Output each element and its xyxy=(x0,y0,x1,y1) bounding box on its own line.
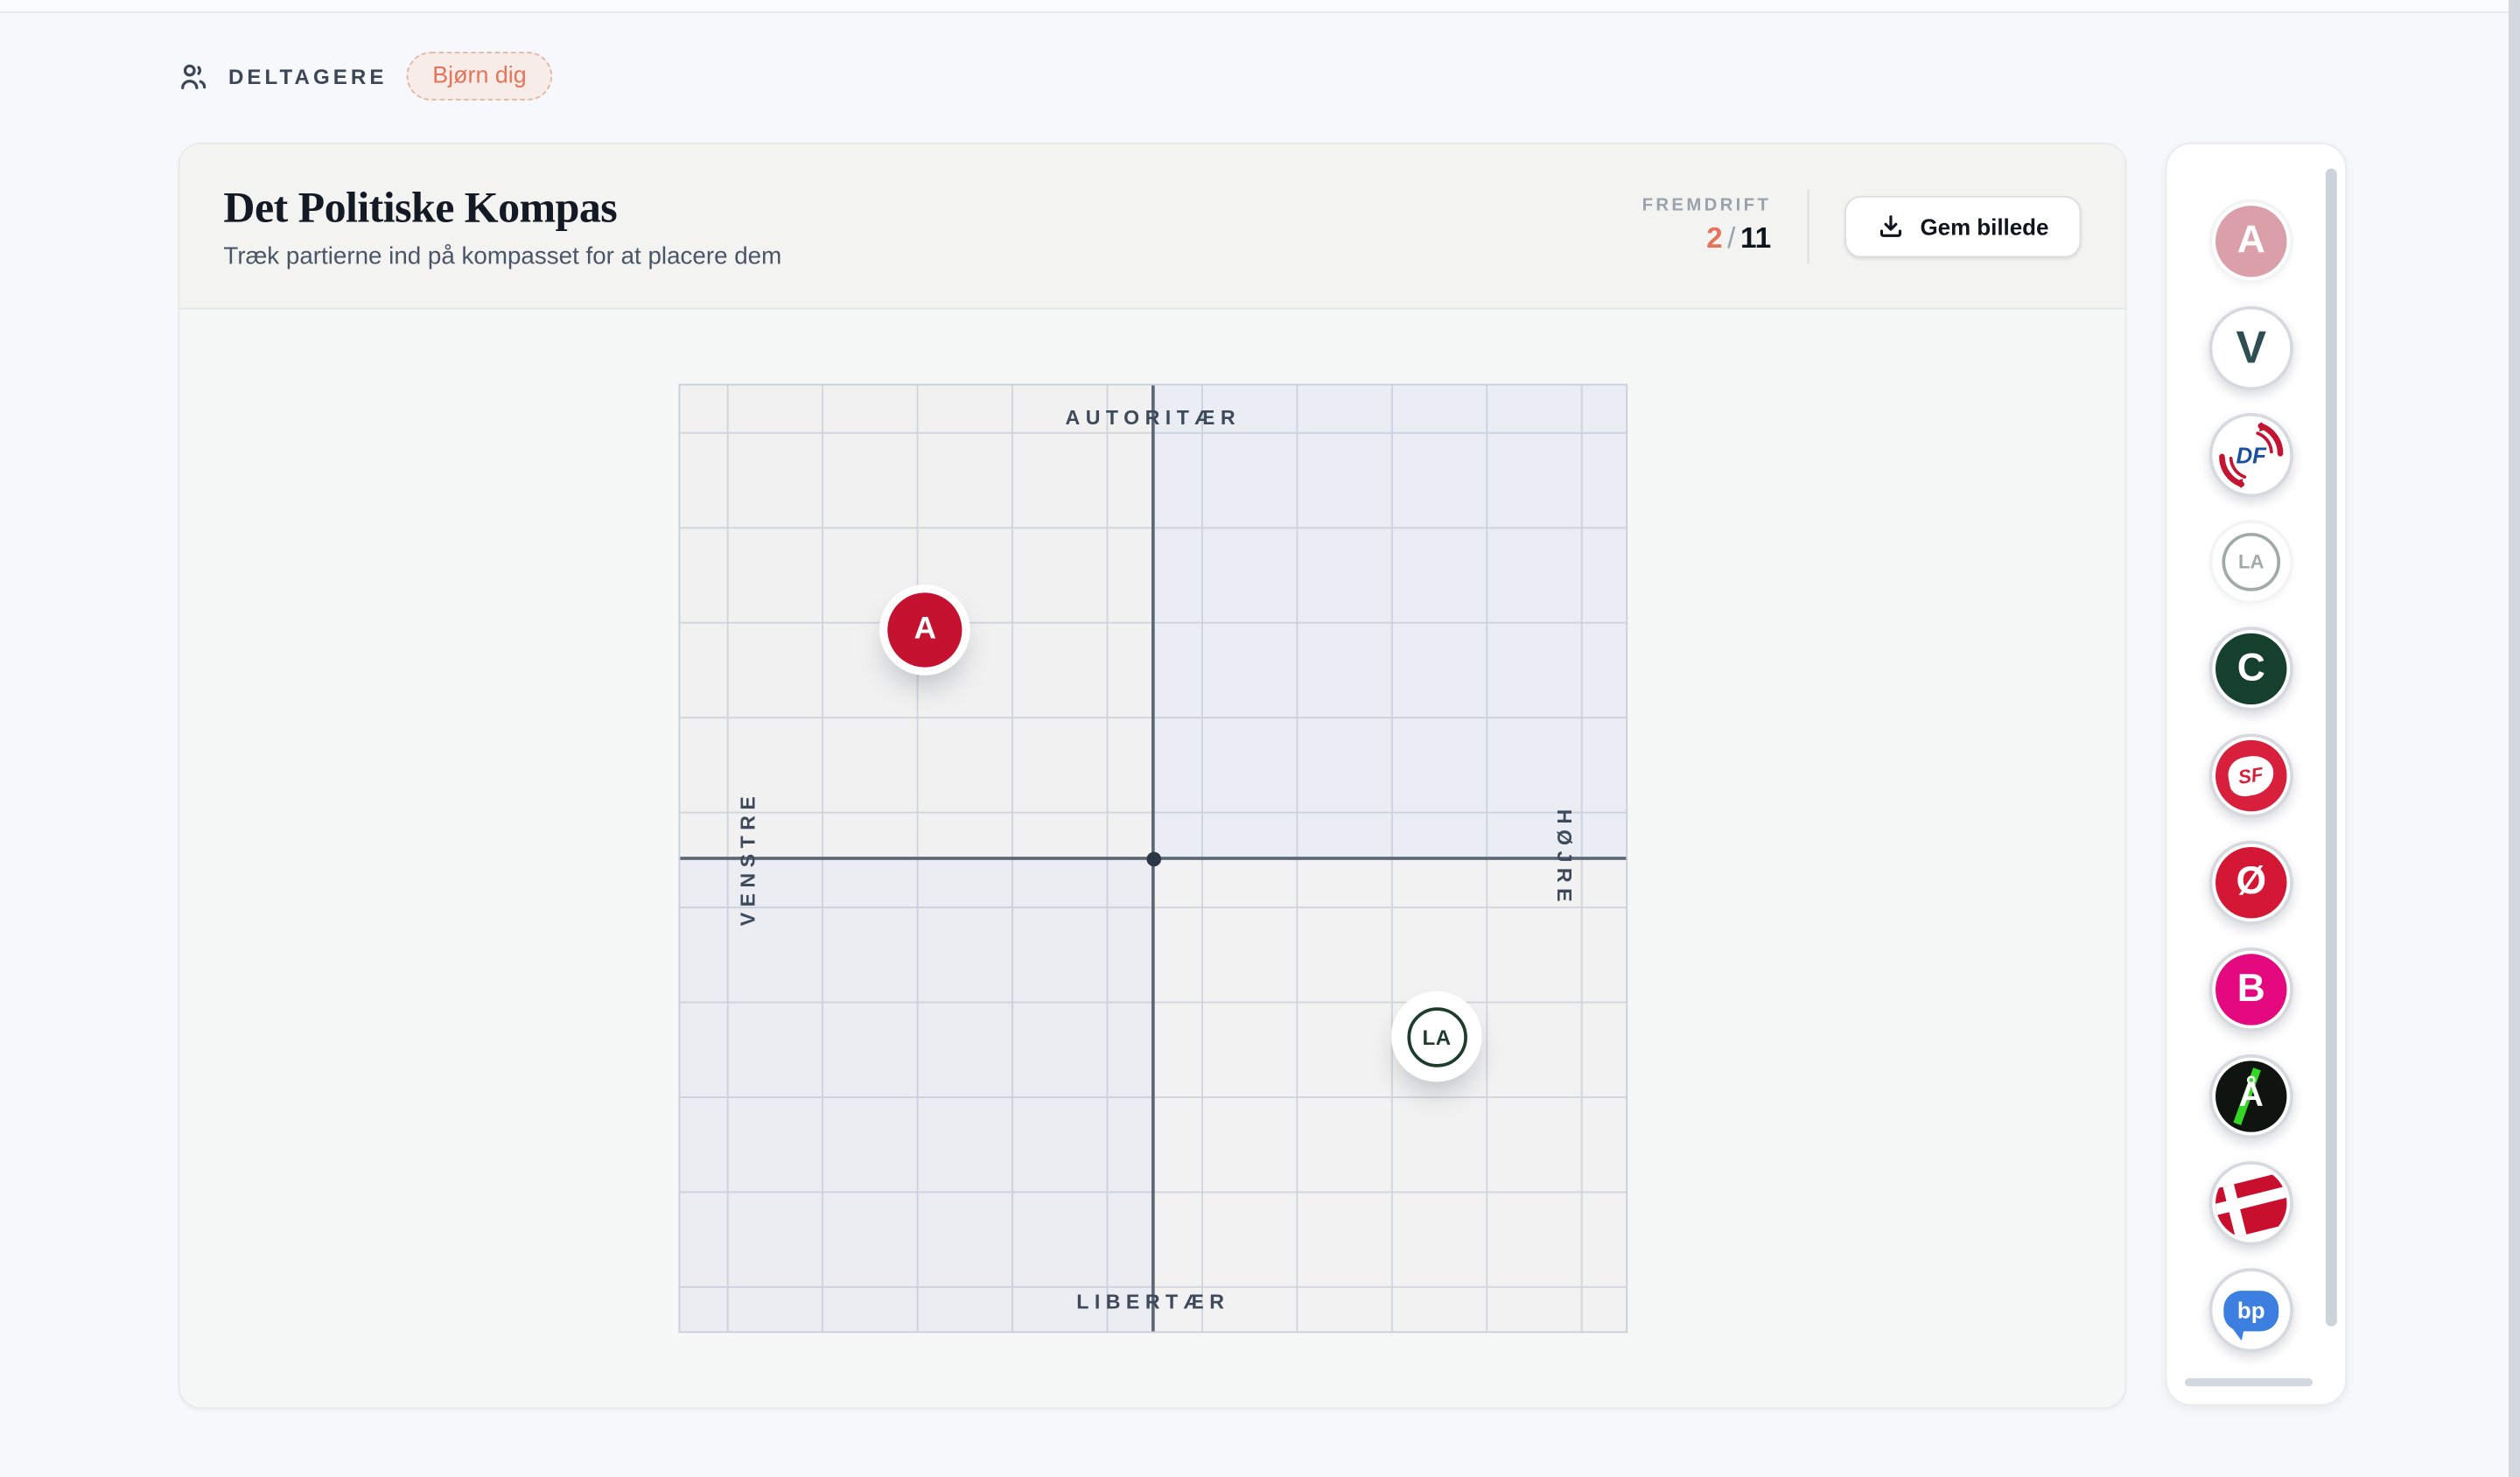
party-token-b[interactable]: B xyxy=(2209,948,2293,1032)
save-image-button[interactable]: Gem billede xyxy=(1844,195,2082,256)
compass-card: Det Politiske Kompas Træk partierne ind … xyxy=(178,143,2127,1409)
page-subtitle: Træk partierne ind på kompasset for at p… xyxy=(223,242,781,270)
progress-value: 2/11 xyxy=(1642,222,1772,256)
page: DELTAGERE Bjørn dig Det Politiske Kompas… xyxy=(0,0,2520,1477)
axis-label-left: VENSTRE xyxy=(737,791,760,927)
party-logo-df: DF xyxy=(2216,419,2286,490)
party-token-la: LA xyxy=(2209,520,2293,604)
party-token-c[interactable]: C xyxy=(2209,626,2293,710)
progress-label: FREMDRIFT xyxy=(1642,196,1772,215)
party-list: AV DF LA C SF ØBÅbp xyxy=(2167,144,2335,1404)
sidebar-vertical-scrollbar[interactable] xyxy=(2326,168,2337,1326)
participants-row: DELTAGERE Bjørn dig xyxy=(178,52,553,101)
party-logo-aa: Å xyxy=(2216,1060,2286,1131)
party-tray: AV DF LA C SF ØBÅbp xyxy=(2166,143,2347,1406)
progress-current: 2 xyxy=(1706,222,1723,255)
quadrant-bottom-left xyxy=(680,858,1152,1331)
party-token-bp[interactable]: bp xyxy=(2209,1268,2293,1352)
participants-label: DELTAGERE xyxy=(228,64,387,88)
party-token-sf[interactable]: SF xyxy=(2209,733,2293,817)
sidebar-horizontal-scrollbar[interactable] xyxy=(2185,1378,2313,1386)
top-navbar-edge xyxy=(0,0,2520,13)
progress-total: 11 xyxy=(1740,222,1771,255)
axis-label-right: HØJRE xyxy=(1553,809,1576,907)
participant-badge[interactable]: Bjørn dig xyxy=(407,52,553,101)
card-header-controls: FREMDRIFT 2/11 Gem billede xyxy=(1642,189,2082,263)
party-token-oe[interactable]: Ø xyxy=(2209,841,2293,925)
party-token-flag[interactable] xyxy=(2209,1161,2293,1245)
axis-label-libertarian: LIBERTÆR xyxy=(1076,1291,1229,1313)
svg-text:DF: DF xyxy=(2236,444,2267,468)
axis-label-authoritarian: AUTORITÆR xyxy=(1066,407,1242,430)
party-token-v[interactable]: V xyxy=(2209,306,2293,390)
download-icon xyxy=(1877,212,1904,239)
party-logo-v: V xyxy=(2216,312,2286,383)
party-logo-c: C xyxy=(2216,634,2286,704)
party-logo-bp: bp xyxy=(2216,1275,2286,1346)
card-header-text: Det Politiske Kompas Træk partierne ind … xyxy=(223,182,781,270)
progress-block: FREMDRIFT 2/11 xyxy=(1642,196,1772,256)
quadrant-bottom-right xyxy=(1153,858,1626,1331)
quadrant-top-right xyxy=(1153,386,1626,858)
save-button-label: Gem billede xyxy=(1921,213,2049,239)
party-token-aa[interactable]: Å xyxy=(2209,1054,2293,1138)
board-token-a[interactable]: A xyxy=(888,593,962,668)
party-logo-a: A xyxy=(2216,206,2286,276)
page-scrollbar[interactable] xyxy=(2509,0,2520,1477)
card-header: Det Politiske Kompas Træk partierne ind … xyxy=(179,144,2124,310)
axis-center-dot xyxy=(1146,851,1161,866)
party-token-a: A xyxy=(2209,200,2293,284)
danish-flag-icon xyxy=(2216,1167,2286,1238)
party-logo-b: B xyxy=(2216,954,2286,1025)
users-icon xyxy=(178,60,209,91)
party-logo-oe: Ø xyxy=(2216,847,2286,918)
party-logo-sf: SF xyxy=(2216,740,2286,811)
party-logo-la: LA xyxy=(2216,527,2286,598)
board-token-la[interactable]: LA xyxy=(1400,1000,1474,1074)
progress-separator: / xyxy=(1723,222,1740,255)
page-title: Det Politiske Kompas xyxy=(223,182,781,231)
party-token-df[interactable]: DF xyxy=(2209,413,2293,497)
compass-board[interactable]: AUTORITÆR LIBERTÆR VENSTRE HØJRE A LA xyxy=(679,384,1628,1334)
header-divider xyxy=(1807,189,1809,263)
